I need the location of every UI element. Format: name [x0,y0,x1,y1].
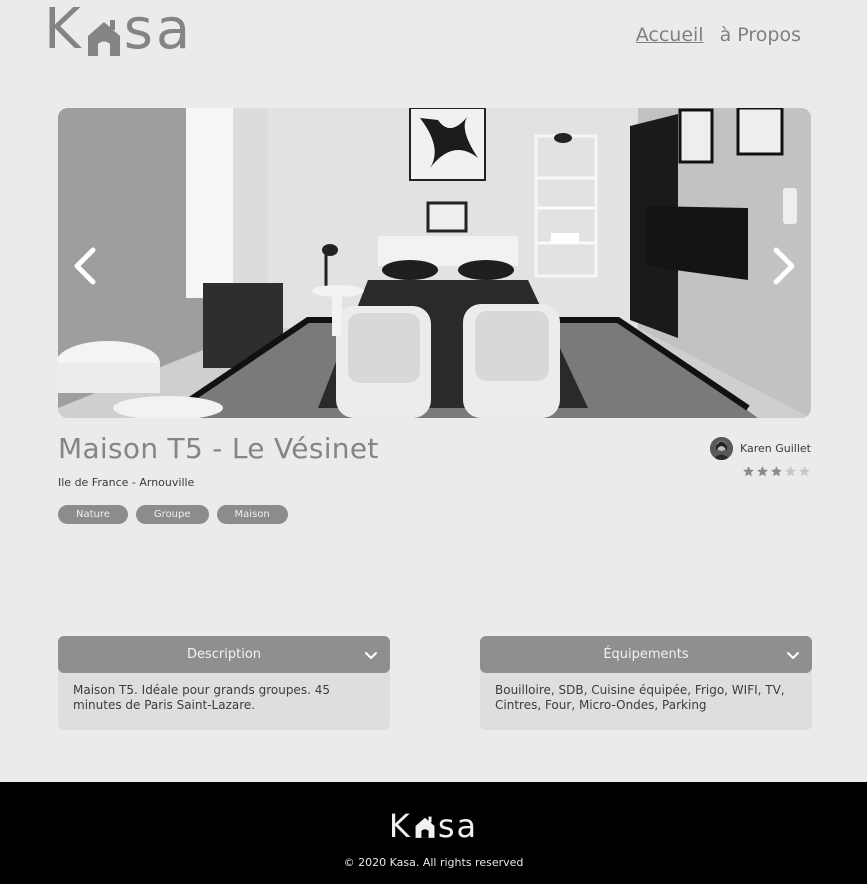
chevron-down-icon [787,652,799,659]
footer-logo-text-right: sa [437,807,479,845]
collapse-content: Maison T5. Idéale pour grands groupes. 4… [58,669,390,730]
copyright: © 2020 Kasa. All rights reserved [343,856,524,869]
host-avatar [709,437,733,460]
apartment-photo [58,108,811,418]
star-filled-icon [743,466,754,477]
logo-text-right: sa [123,0,194,62]
header: K sa Accueil à Propos [0,0,867,90]
tag: Groupe [135,505,209,524]
description-collapse-toggle[interactable]: Description [58,636,390,673]
chevron-left-icon [74,247,96,285]
footer-logo-text-left: K [388,807,412,845]
collapse-title: Description [186,647,262,662]
tag: Nature [58,505,128,524]
listing-title: Maison T5 - Le Vésinet [58,432,379,465]
chevron-down-icon [365,652,377,659]
star-empty-icon [799,466,810,477]
equipements-collapse: Équipements Bouilloire, SDB, Cuisine équ… [480,636,812,730]
house-icon [86,12,122,56]
tag: Maison [216,505,288,524]
carousel-prev-button[interactable] [64,236,104,296]
equipements-collapse-toggle[interactable]: Équipements [480,636,812,673]
footer-logo: K sa [0,808,867,844]
star-empty-icon [785,466,796,477]
logo-text-left: K [44,0,84,62]
listing-location: Ile de France - Arnouville [58,476,195,489]
collapse-content: Bouilloire, SDB, Cuisine équipée, Frigo,… [480,669,812,730]
main-nav: Accueil à Propos [636,24,801,46]
house-icon [415,816,435,838]
logo[interactable]: K sa [44,2,193,58]
rating [742,465,811,478]
chevron-right-icon [773,247,795,285]
tag-list: Nature Groupe Maison [58,505,288,524]
carousel-next-button[interactable] [765,236,805,296]
star-filled-icon [757,466,768,477]
nav-a-propos-link[interactable]: à Propos [720,24,801,46]
image-carousel [58,108,811,418]
nav-accueil-link[interactable]: Accueil [636,24,704,46]
footer: K sa © 2020 Kasa. All rights reserved [0,782,867,884]
collapse-title: Équipements [603,647,689,662]
star-filled-icon [771,466,782,477]
description-collapse: Description Maison T5. Idéale pour grand… [58,636,390,730]
host-info: Karen Guillet [709,437,811,460]
host-name: Karen Guillet [739,442,811,455]
